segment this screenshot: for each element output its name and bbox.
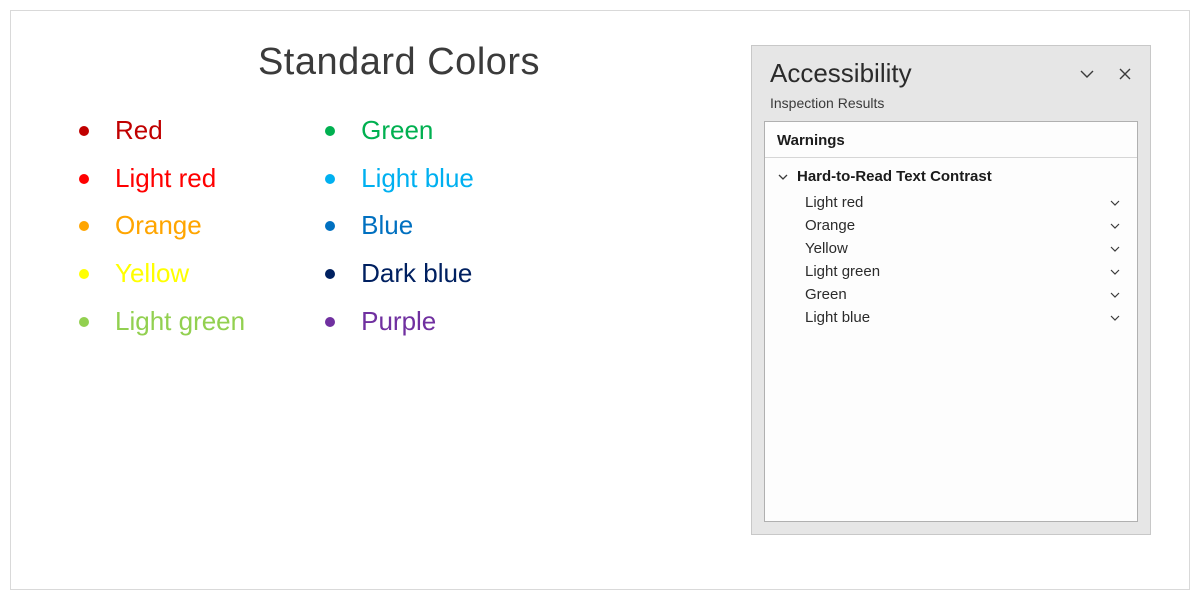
issue-label: Yellow [805, 240, 1109, 257]
color-label: Green [361, 112, 433, 150]
color-item: Light green [79, 303, 245, 341]
pane-subtitle: Inspection Results [752, 93, 1150, 121]
chevron-down-icon [1109, 289, 1121, 301]
issue-list: Light red Orange Yellow Light green Green Lig… [771, 189, 1131, 333]
color-item: Orange [79, 207, 245, 245]
color-item: Red [79, 112, 245, 150]
color-label: Blue [361, 207, 413, 245]
bullet-icon [325, 221, 335, 231]
issue-item[interactable]: Light blue [777, 306, 1127, 329]
bullet-icon [325, 269, 335, 279]
pane-title: Accessibility [770, 58, 1076, 89]
pane-header-actions [1076, 63, 1136, 85]
slide-title: Standard Colors [49, 41, 749, 84]
color-item: Yellow [79, 255, 245, 293]
issue-item[interactable]: Orange [777, 214, 1127, 237]
color-column-left: Red Light red Orange Yellow Light green [79, 112, 245, 340]
accessibility-pane: Accessibility Inspection Results Warning… [751, 45, 1151, 535]
chevron-down-icon [1109, 266, 1121, 278]
color-label: Dark blue [361, 255, 472, 293]
color-label: Purple [361, 303, 436, 341]
color-label: Light blue [361, 160, 474, 198]
color-item: Purple [325, 303, 474, 341]
color-item: Dark blue [325, 255, 474, 293]
slide-content: Standard Colors Red Light red Orange Yellow… [49, 29, 749, 340]
issue-label: Orange [805, 217, 1109, 234]
color-item: Green [325, 112, 474, 150]
chevron-down-icon [1109, 243, 1121, 255]
issue-label: Green [805, 286, 1109, 303]
color-label: Light green [115, 303, 245, 341]
pane-header: Accessibility [752, 46, 1150, 93]
bullet-icon [79, 174, 89, 184]
color-item: Light blue [325, 160, 474, 198]
bullet-icon [325, 126, 335, 136]
issue-item[interactable]: Light green [777, 260, 1127, 283]
color-label: Light red [115, 160, 216, 198]
issue-label: Light blue [805, 309, 1109, 326]
warning-group-title: Hard-to-Read Text Contrast [797, 168, 992, 185]
color-label: Yellow [115, 255, 189, 293]
results-box: Warnings Hard-to-Read Text Contrast Ligh… [764, 121, 1138, 522]
bullet-icon [79, 317, 89, 327]
issue-label: Light green [805, 263, 1109, 280]
color-column-right: Green Light blue Blue Dark blue Purple [325, 112, 474, 340]
color-label: Orange [115, 207, 202, 245]
warning-group-header[interactable]: Hard-to-Read Text Contrast [771, 164, 1131, 189]
chevron-down-icon [777, 171, 789, 183]
warnings-section-header: Warnings [765, 122, 1137, 158]
color-label: Red [115, 112, 163, 150]
chevron-down-icon [1109, 220, 1121, 232]
close-icon [1118, 67, 1132, 81]
chevron-down-icon [1079, 66, 1095, 82]
color-item: Blue [325, 207, 474, 245]
color-columns: Red Light red Orange Yellow Light green Gree… [49, 112, 749, 340]
bullet-icon [325, 174, 335, 184]
warning-group: Hard-to-Read Text Contrast Light red Oran… [765, 158, 1137, 337]
bullet-icon [79, 126, 89, 136]
issue-item[interactable]: Light red [777, 191, 1127, 214]
app-frame: Standard Colors Red Light red Orange Yellow… [10, 10, 1190, 590]
issue-label: Light red [805, 194, 1109, 211]
bullet-icon [79, 221, 89, 231]
issue-item[interactable]: Yellow [777, 237, 1127, 260]
pane-close-button[interactable] [1114, 63, 1136, 85]
bullet-icon [325, 317, 335, 327]
chevron-down-icon [1109, 197, 1121, 209]
chevron-down-icon [1109, 312, 1121, 324]
color-item: Light red [79, 160, 245, 198]
pane-options-button[interactable] [1076, 63, 1098, 85]
bullet-icon [79, 269, 89, 279]
issue-item[interactable]: Green [777, 283, 1127, 306]
